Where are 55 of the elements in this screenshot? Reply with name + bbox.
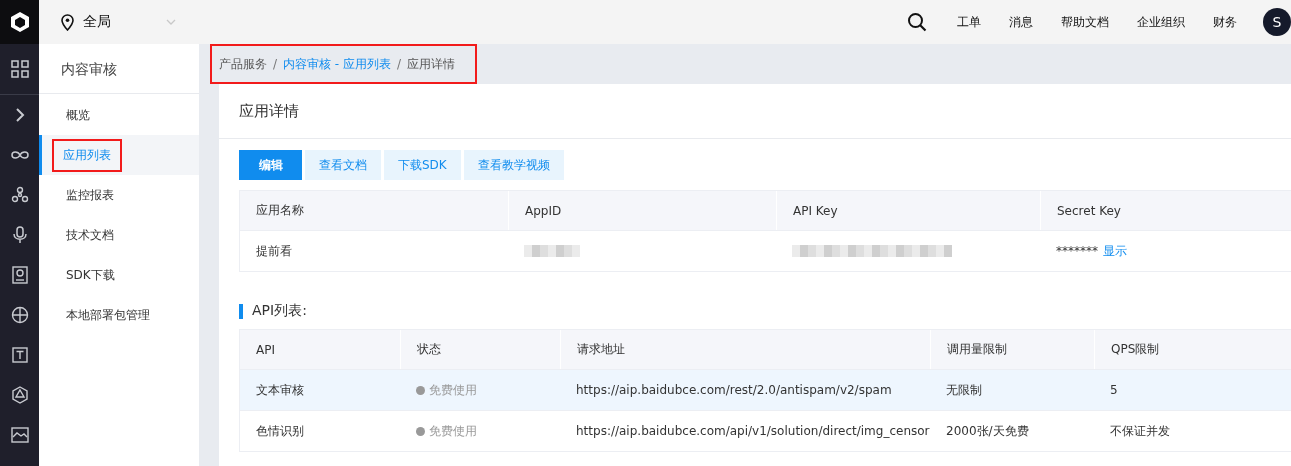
status-dot xyxy=(416,426,425,436)
hexagon-icon[interactable] xyxy=(10,386,29,404)
top-nav-link[interactable]: 帮助文档 xyxy=(1061,13,1109,31)
section-title: API列表: xyxy=(252,302,307,320)
status-dot xyxy=(416,385,425,395)
table-cell: 无限制 xyxy=(946,381,982,399)
table-cell: 不保证并发 xyxy=(1110,422,1170,440)
table-cell: https://aip.baidubce.com/rest/2.0/antispam/v2/spam xyxy=(576,383,892,397)
section-marker xyxy=(239,303,243,319)
column-header: API xyxy=(255,341,276,359)
table-cell-text: 提前看 xyxy=(255,242,293,260)
top-nav-link[interactable]: 消息 xyxy=(1009,13,1033,31)
status-text: 免费使用 xyxy=(429,422,477,440)
table-cell: 色情识别 xyxy=(256,422,304,440)
grid-icon[interactable] xyxy=(10,60,29,78)
table-row[interactable]: 文本审核 免费使用 https://aip.baidubce.com/rest/2.0/antispam/v2/spam 无限制 5 xyxy=(240,369,1291,410)
table-cell: 文本审核 xyxy=(256,381,304,399)
location-pin-icon xyxy=(61,13,74,31)
sidebar-item[interactable]: 概览 xyxy=(39,95,199,135)
breadcrumb-item: 产品服务 xyxy=(219,55,267,73)
avatar[interactable]: S xyxy=(1263,8,1291,36)
chip-icon[interactable] xyxy=(11,266,28,284)
breadcrumb-item: 应用详情 xyxy=(407,55,456,73)
top-nav-link[interactable]: 财务 xyxy=(1213,13,1237,31)
region-label[interactable]: 全局 xyxy=(83,13,111,31)
action-button[interactable]: 编辑 xyxy=(239,150,302,180)
breadcrumb-separator: / xyxy=(397,57,402,71)
expand-icon[interactable] xyxy=(14,108,25,122)
infinity-icon[interactable] xyxy=(10,150,29,160)
column-header: API Key xyxy=(776,191,1040,230)
masked-secret: ******* xyxy=(1056,244,1098,258)
table-cell: 2000张/天免费 xyxy=(946,422,1029,440)
top-nav-link[interactable]: 工单 xyxy=(957,13,981,31)
microphone-icon[interactable] xyxy=(12,226,27,244)
sidebar-item[interactable]: 技术文档 xyxy=(39,215,199,255)
logo-icon[interactable] xyxy=(8,11,31,33)
status-text: 免费使用 xyxy=(429,381,477,399)
table-cell: https://aip.baidubce.com/api/v1/solution/direct/img_censor xyxy=(576,424,930,438)
column-header: AppID xyxy=(508,191,776,230)
top-nav-link[interactable]: 企业组织 xyxy=(1137,13,1185,31)
table-row[interactable]: 色情识别 免费使用 https://aip.baidubce.com/api/v1/solution/direct/img_censor 2000张/天免费 不保证并发 xyxy=(240,410,1291,451)
image-icon[interactable] xyxy=(10,427,29,443)
sidebar-item[interactable]: 本地部署包管理 xyxy=(39,295,199,335)
globe-icon[interactable] xyxy=(10,306,29,324)
column-header: 应用名称 xyxy=(255,202,305,219)
sidebar-item[interactable]: 监控报表 xyxy=(39,175,199,215)
nodes-icon[interactable] xyxy=(10,186,29,204)
text-icon[interactable] xyxy=(11,347,28,363)
show-link[interactable]: 显示 xyxy=(1103,242,1127,260)
column-header: Secret Key xyxy=(1040,191,1291,230)
search-icon[interactable] xyxy=(907,12,927,32)
sidebar-item[interactable]: SDK下载 xyxy=(39,255,199,295)
table-cell: 5 xyxy=(1110,383,1118,397)
page-title: 应用详情 xyxy=(219,84,1291,139)
breadcrumb-separator: / xyxy=(273,57,278,71)
